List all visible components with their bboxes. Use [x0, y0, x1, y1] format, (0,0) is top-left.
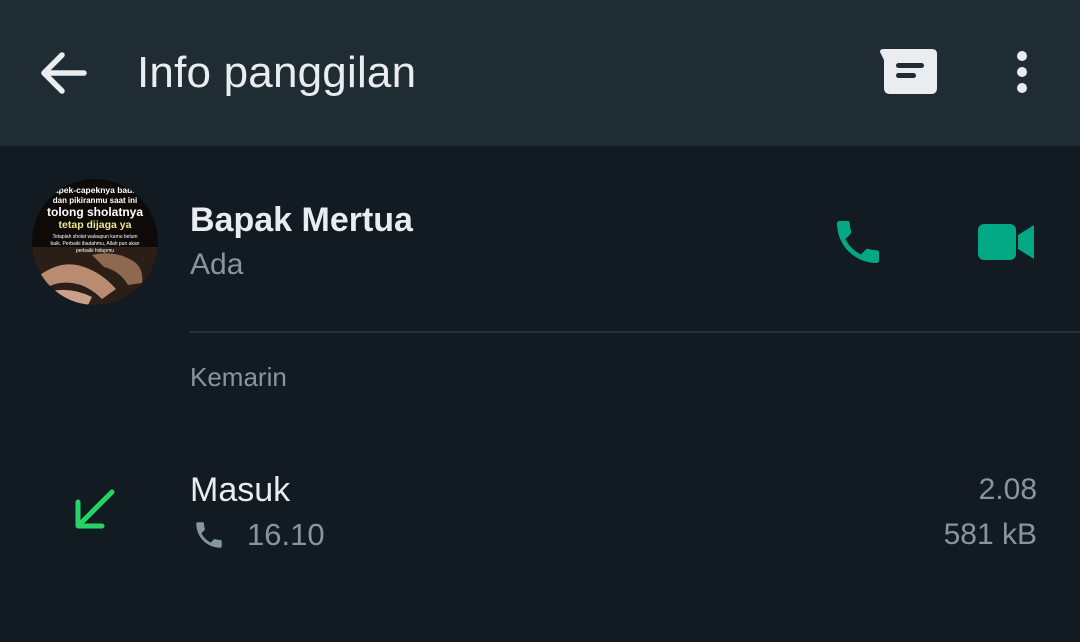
- avatar[interactable]: Capek-capeknya badan dan pikiranmu saat …: [32, 179, 158, 305]
- app-bar: Info panggilan: [0, 0, 1080, 146]
- call-data-size: 581 kB: [943, 518, 1037, 551]
- message-icon: [880, 49, 937, 94]
- avatar-text-line4: tetap dijaga ya: [59, 219, 132, 231]
- more-vert-icon: [1017, 51, 1027, 93]
- avatar-text-line2: dan pikiranmu saat ini: [53, 196, 137, 205]
- call-log-row[interactable]: [0, 440, 1080, 580]
- more-options-button[interactable]: [1003, 48, 1041, 98]
- message-button[interactable]: [878, 48, 940, 96]
- phone-icon: [837, 221, 879, 263]
- avatar-text-line5: Tetaplah sholat walaupun kamu belum: [52, 234, 137, 240]
- call-duration: 2.08: [978, 473, 1037, 506]
- avatar-text-line7: perbaiki hidupmu: [76, 248, 114, 254]
- avatar-text-line1: Capek-capeknya badan: [48, 185, 142, 195]
- video-call-button[interactable]: [976, 220, 1036, 264]
- incoming-arrow-icon: [75, 489, 115, 529]
- back-button[interactable]: [38, 50, 88, 96]
- contact-name[interactable]: Bapak Mertua: [190, 201, 413, 240]
- back-arrow-icon: [41, 52, 87, 94]
- call-time: 16.10: [247, 517, 325, 552]
- call-direction-label: Masuk: [190, 471, 291, 509]
- page-title: Info panggilan: [137, 48, 417, 97]
- voice-call-button[interactable]: [830, 214, 886, 270]
- divider: [190, 331, 1080, 333]
- log-date-label: Kemarin: [190, 362, 287, 392]
- avatar-text-line3: tolong sholatnya: [47, 205, 143, 219]
- contact-status: Ada: [190, 248, 244, 281]
- phone-icon: [196, 522, 222, 548]
- avatar-text-line6: baik. Perbaiki ibadahmu, Allah pun akan: [51, 241, 140, 247]
- videocam-icon: [978, 224, 1034, 260]
